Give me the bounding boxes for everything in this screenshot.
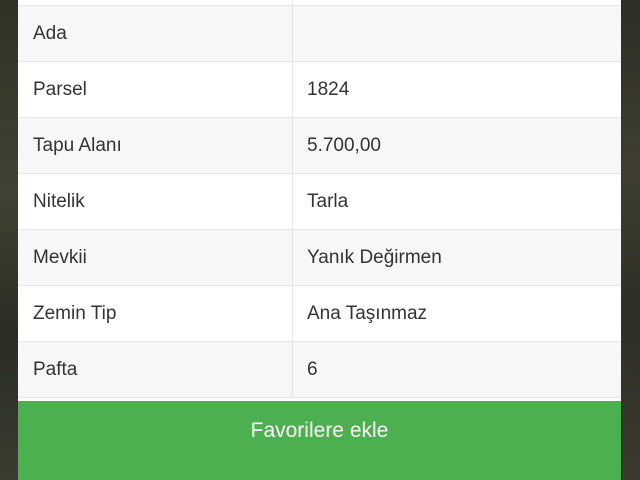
parsel-value: 1824 — [293, 62, 621, 117]
property-details-table: Ada Parsel 1824 Tapu Alanı 5.700,00 Nite… — [18, 0, 621, 398]
background-photo-left — [0, 0, 18, 480]
mevkii-label: Mevkii — [18, 230, 293, 285]
pafta-value: 6 — [293, 342, 621, 397]
mevkii-value: Yanık Değirmen — [293, 230, 621, 285]
tapu-alani-value: 5.700,00 — [293, 118, 621, 173]
parsel-label: Parsel — [18, 62, 293, 117]
nitelik-value: Tarla — [293, 174, 621, 229]
background-photo-right — [622, 0, 640, 480]
zemin-tip-label: Zemin Tip — [18, 286, 293, 341]
table-row-nitelik: Nitelik Tarla — [18, 174, 621, 230]
table-row-pafta: Pafta 6 — [18, 342, 621, 398]
zemin-tip-value: Ana Taşınmaz — [293, 286, 621, 341]
table-row-ada: Ada — [18, 6, 621, 62]
tapu-alani-label: Tapu Alanı — [18, 118, 293, 173]
listing-details-panel: Ada Parsel 1824 Tapu Alanı 5.700,00 Nite… — [18, 0, 621, 480]
table-cell-label — [18, 0, 293, 5]
nitelik-label: Nitelik — [18, 174, 293, 229]
ada-value — [293, 6, 621, 61]
table-row-tapu-alani: Tapu Alanı 5.700,00 — [18, 118, 621, 174]
table-row-zemin-tip: Zemin Tip Ana Taşınmaz — [18, 286, 621, 342]
add-to-favorites-button[interactable]: Favorilere ekle — [18, 401, 621, 480]
table-cell-value — [293, 0, 621, 5]
table-row-parsel: Parsel 1824 — [18, 62, 621, 118]
pafta-label: Pafta — [18, 342, 293, 397]
table-row-mevkii: Mevkii Yanık Değirmen — [18, 230, 621, 286]
ada-label: Ada — [18, 6, 293, 61]
